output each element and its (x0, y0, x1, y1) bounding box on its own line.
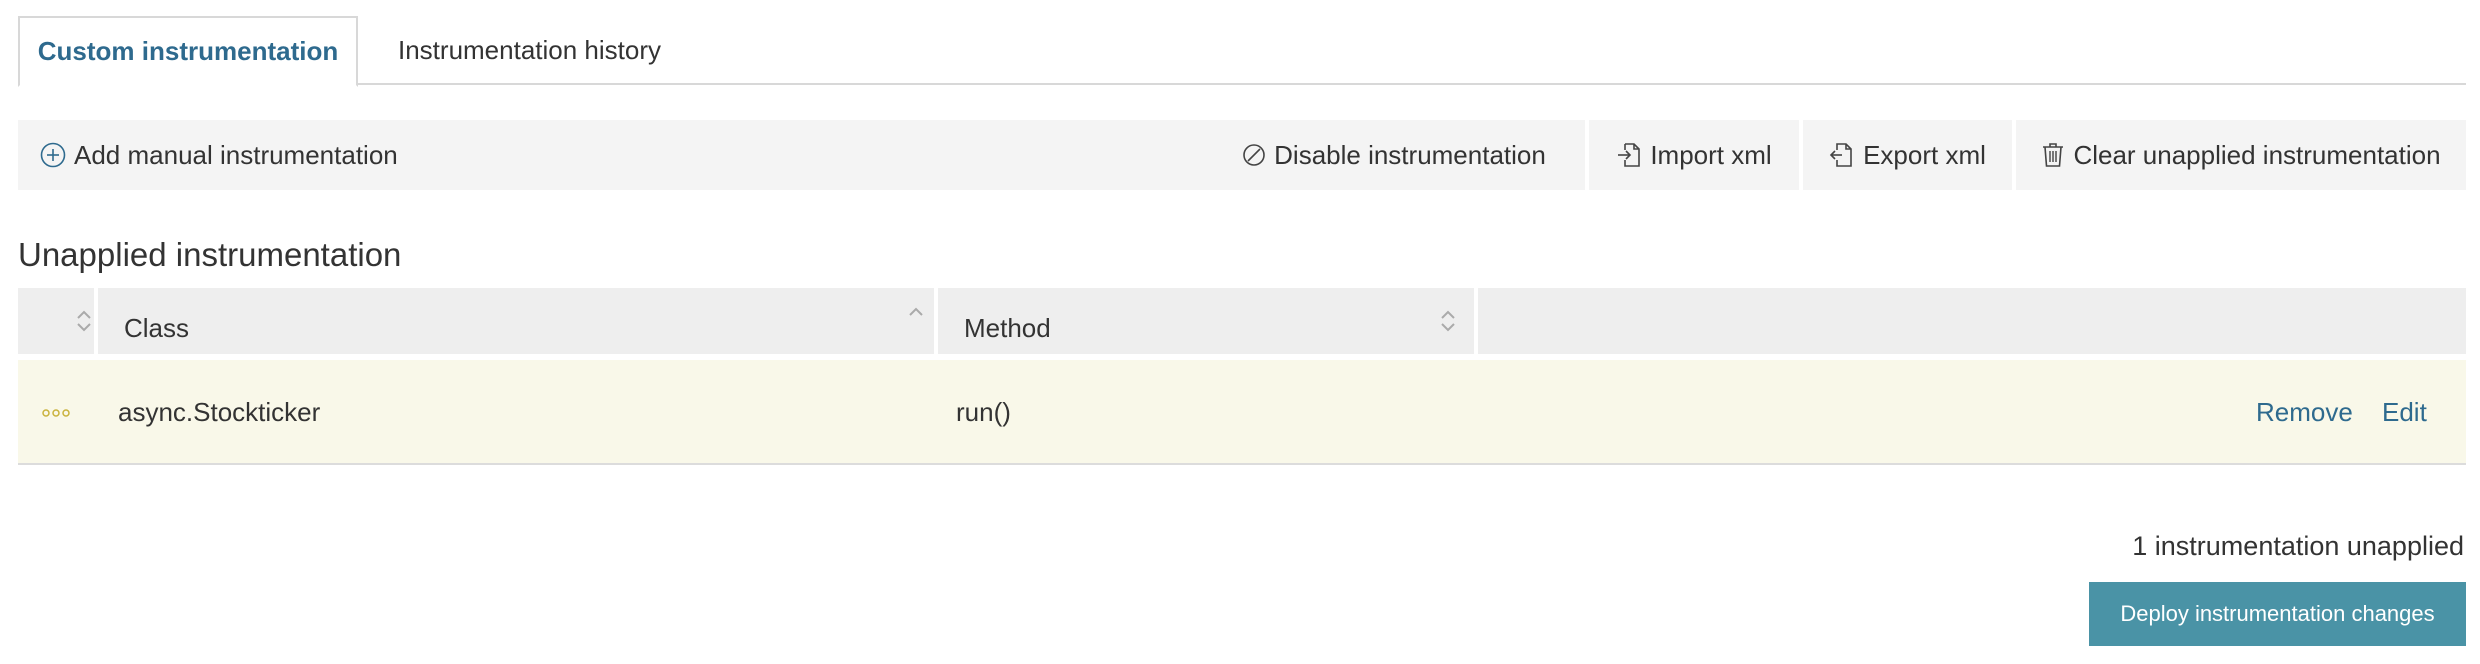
sort-icon (1441, 310, 1455, 332)
import-xml-button[interactable]: Import xml (1589, 120, 1799, 190)
tab-bar: Custom instrumentation Instrumentation h… (18, 16, 2466, 87)
remove-link[interactable]: Remove (2256, 360, 2353, 465)
export-xml-button[interactable]: Export xml (1803, 120, 2012, 190)
column-header-method[interactable]: Method (938, 288, 1474, 354)
unapplied-status-text: 1 instrumentation unapplied (2132, 531, 2464, 561)
column-header-actions (1478, 288, 2466, 354)
tab-instrumentation-history-label: Instrumentation history (398, 35, 662, 65)
tab-custom-instrumentation[interactable]: Custom instrumentation (18, 16, 358, 87)
column-header-class-label: Class (124, 313, 190, 343)
import-xml-label: Import xml (1650, 139, 1772, 170)
sort-ascending-icon (909, 307, 923, 316)
disable-icon (1242, 143, 1266, 167)
tab-custom-instrumentation-label: Custom instrumentation (37, 36, 339, 66)
cell-method: run() (956, 397, 1011, 427)
edit-link[interactable]: Edit (2382, 360, 2427, 465)
disable-instrumentation-button[interactable]: Disable instrumentation (1203, 120, 1585, 190)
section-title: Unapplied instrumentation (18, 236, 402, 273)
toolbar: Add manual instrumentation Disable instr… (18, 120, 2466, 190)
column-header-class[interactable]: Class (98, 288, 934, 354)
export-icon (1829, 141, 1855, 169)
cell-class: async.Stockticker (118, 397, 321, 427)
column-header-method-label: Method (964, 313, 1051, 343)
table-row: async.Stockticker run() Remove Edit (18, 360, 2466, 465)
drag-handle-icon[interactable] (42, 360, 70, 465)
deploy-instrumentation-button[interactable]: Deploy instrumentation changes (2089, 582, 2466, 646)
sort-icon (77, 310, 91, 332)
import-icon (1616, 141, 1642, 169)
export-xml-label: Export xml (1863, 139, 1986, 170)
table-header: Class Method (18, 288, 2466, 354)
trash-icon (2041, 141, 2065, 169)
clear-unapplied-instrumentation-label: Clear unapplied instrumentation (2073, 139, 2441, 170)
column-header-order[interactable] (18, 288, 94, 354)
plus-circle-icon (40, 142, 66, 168)
disable-instrumentation-label: Disable instrumentation (1274, 139, 1546, 170)
tab-instrumentation-history[interactable]: Instrumentation history (398, 16, 661, 85)
clear-unapplied-instrumentation-button[interactable]: Clear unapplied instrumentation (2016, 120, 2466, 190)
add-manual-instrumentation-label: Add manual instrumentation (74, 139, 398, 170)
add-manual-instrumentation-button[interactable]: Add manual instrumentation (18, 120, 1203, 190)
